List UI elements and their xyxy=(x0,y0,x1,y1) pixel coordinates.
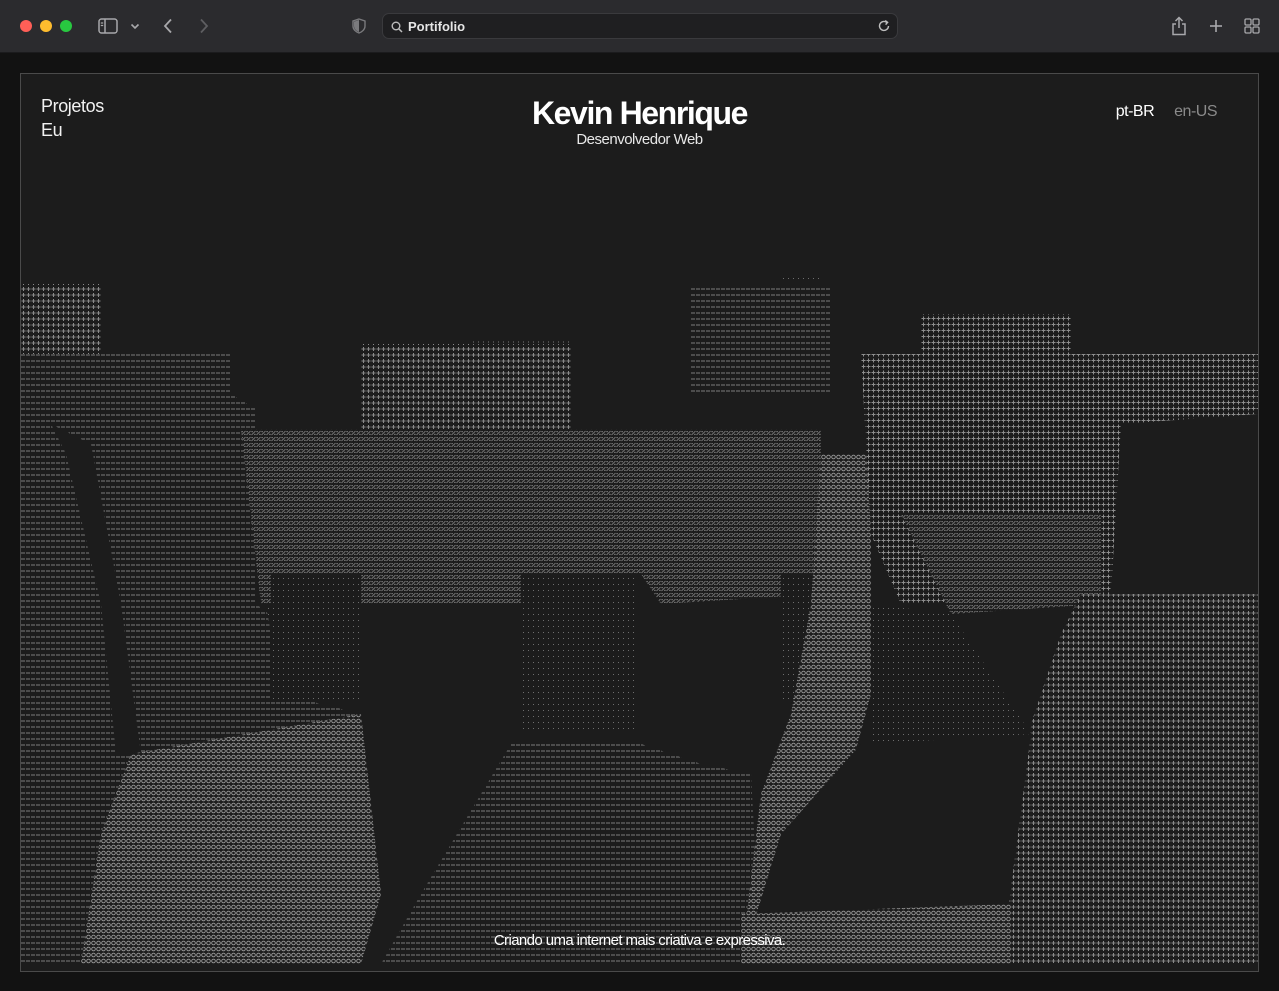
ascii-center-top xyxy=(471,339,571,347)
web-page: Projetos Eu Kevin Henrique Desenvolvedor… xyxy=(0,53,1279,991)
address-text: Portifolio xyxy=(408,19,466,34)
ascii-art-image xyxy=(21,274,1258,971)
window-minimize-button[interactable] xyxy=(40,20,52,32)
lang-en-us[interactable]: en-US xyxy=(1174,103,1217,121)
hero-tagline: Criando uma internet mais criativa e exp… xyxy=(493,932,786,949)
browser-toolbar: Portifolio xyxy=(0,0,1279,53)
ascii-art-canvas xyxy=(21,274,1258,964)
search-icon xyxy=(391,20,403,38)
ascii-tower-tip xyxy=(781,274,821,284)
ascii-left-tower xyxy=(21,284,101,354)
shield-icon[interactable] xyxy=(350,14,368,38)
share-icon[interactable] xyxy=(1169,14,1189,38)
language-switcher: pt-BR en-US xyxy=(1116,103,1218,121)
ascii-gate-center xyxy=(521,574,636,734)
plus-icon[interactable] xyxy=(1206,14,1226,38)
hero-frame: Projetos Eu Kevin Henrique Desenvolvedor… xyxy=(20,73,1259,972)
ascii-right-tower xyxy=(691,284,831,394)
ascii-right-dots xyxy=(871,604,1031,744)
address-bar[interactable]: Portifolio xyxy=(382,13,898,39)
ascii-center-band xyxy=(361,344,571,434)
site-subtitle: Desenvolvedor Web xyxy=(576,131,703,148)
chevron-down-icon[interactable] xyxy=(128,14,142,38)
site-brand: Kevin Henrique Desenvolvedor Web xyxy=(21,94,1258,148)
forward-icon[interactable] xyxy=(194,14,214,38)
site-title: Kevin Henrique xyxy=(531,95,749,131)
sidebar-icon[interactable] xyxy=(96,14,120,38)
reload-icon[interactable] xyxy=(877,19,891,38)
back-icon[interactable] xyxy=(158,14,178,38)
window-close-button[interactable] xyxy=(20,20,32,32)
window-maximize-button[interactable] xyxy=(60,20,72,32)
ascii-gate-left xyxy=(271,574,361,699)
lang-pt-br[interactable]: pt-BR xyxy=(1116,103,1155,121)
tabs-grid-icon[interactable] xyxy=(1242,14,1262,38)
ascii-center-stairs xyxy=(381,744,761,964)
